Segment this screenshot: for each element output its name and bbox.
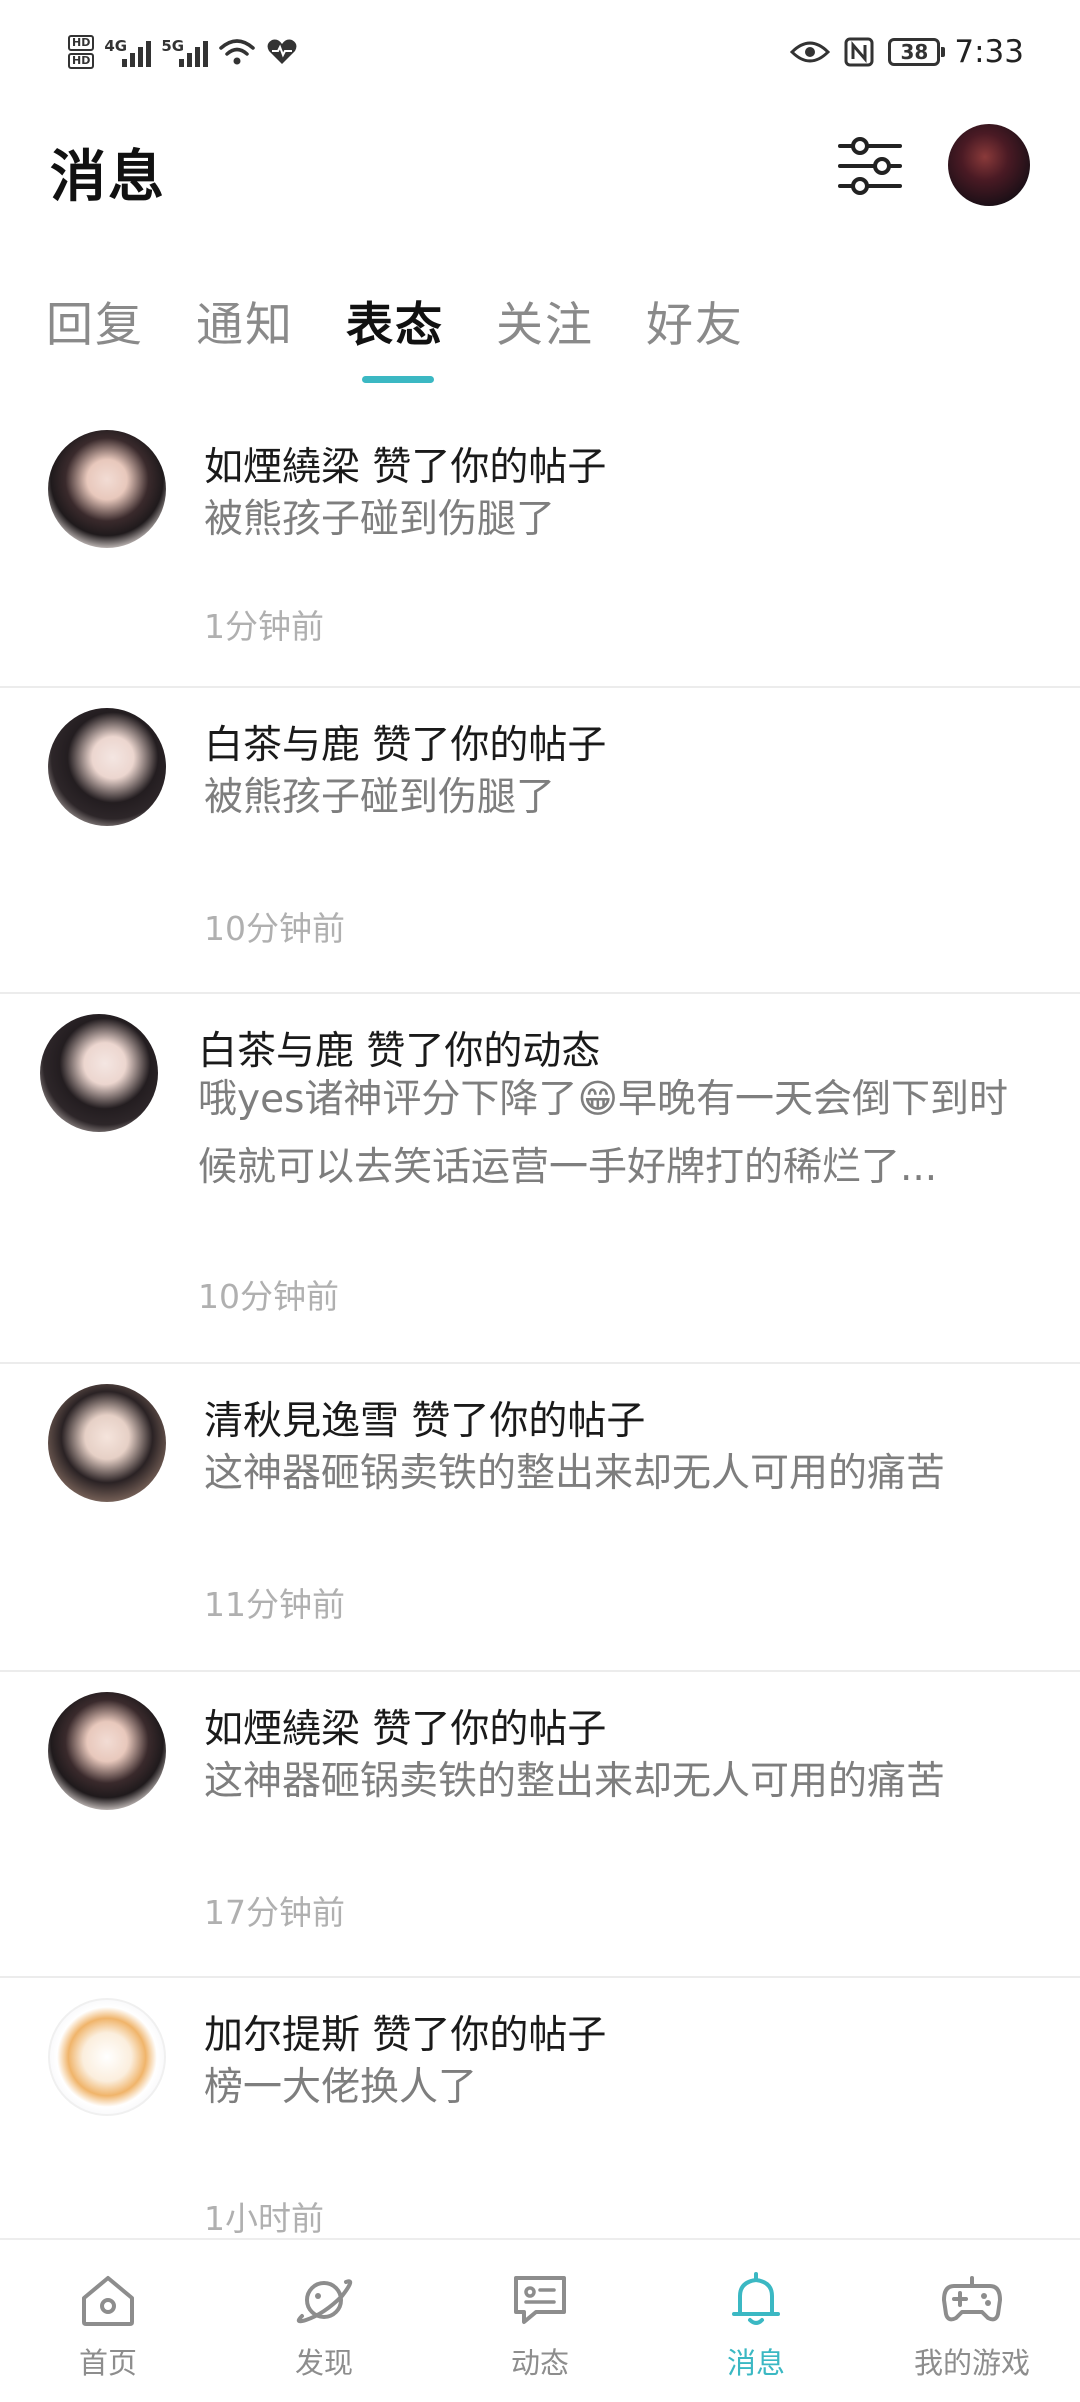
tab-reply[interactable]: 回复 [46, 286, 144, 355]
timestamp: 1小时前 [204, 2199, 324, 2238]
signal-4g-icon: 4G [104, 37, 152, 67]
avatar[interactable] [48, 1692, 166, 1810]
status-left: HD HD 4G 5G [68, 28, 298, 76]
bottom-nav: 首页 发现 动态 消息 我的游戏 [0, 2238, 1080, 2402]
active-tab-indicator [362, 376, 434, 383]
item-title: 如煙繞梁 赞了你的帖子 [204, 436, 606, 492]
wifi-icon [219, 39, 256, 65]
page-title: 消息 [50, 145, 166, 210]
tab-friends[interactable]: 好友 [646, 286, 744, 355]
message-tabs: 回复 通知 表态 关注 好友 [46, 286, 744, 355]
action-text: 赞了你的帖子 [372, 445, 607, 490]
post-excerpt: 被熊孩子碰到伤腿了 [204, 775, 556, 820]
eye-icon [790, 41, 831, 63]
tab-notice[interactable]: 通知 [196, 286, 294, 355]
status-right: 38 7:33 [790, 28, 1024, 76]
status-bar: HD HD 4G 5G 38 7:33 [0, 0, 1080, 100]
action-text: 赞了你的帖子 [372, 2013, 607, 2058]
avatar[interactable] [48, 430, 166, 548]
gamepad-icon [942, 2276, 1002, 2322]
timestamp: 11分钟前 [204, 1585, 345, 1624]
avatar[interactable] [40, 1014, 158, 1132]
nav-label: 消息 [726, 2346, 785, 2380]
tab-follow[interactable]: 关注 [496, 286, 594, 355]
timestamp: 10分钟前 [204, 909, 345, 948]
nfc-icon [844, 37, 874, 67]
tab-reactions[interactable]: 表态 [346, 286, 444, 355]
post-excerpt: 榜一大佬换人了 [204, 2065, 478, 2110]
item-title: 白茶与鹿 赞了你的帖子 [204, 714, 606, 770]
nav-label: 我的游戏 [913, 2346, 1030, 2380]
network-type: 4G [104, 37, 128, 55]
post-excerpt: 被熊孩子碰到伤腿了 [204, 497, 556, 542]
hd-badges: HD HD [68, 34, 95, 70]
sliders-icon [838, 137, 902, 195]
user-name[interactable]: 加尔提斯 [204, 2013, 360, 2058]
list-item[interactable]: 如煙繞梁 赞了你的帖子 这神器砸锅卖铁的整出来却无人可用的痛苦 17分钟前 [0, 1672, 1080, 1978]
hd-badge: HD [68, 53, 95, 69]
user-name[interactable]: 如煙繞梁 [204, 1707, 360, 1752]
action-text: 赞了你的帖子 [372, 1707, 607, 1752]
post-excerpt: 这神器砸锅卖铁的整出来却无人可用的痛苦 [204, 1759, 946, 1804]
item-title: 如煙繞梁 赞了你的帖子 [204, 1698, 606, 1754]
network-type: 5G [161, 37, 185, 55]
avatar[interactable] [48, 708, 166, 826]
home-icon [82, 2276, 134, 2326]
user-name[interactable]: 如煙繞梁 [204, 445, 360, 490]
post-excerpt: 这神器砸锅卖铁的整出来却无人可用的痛苦 [204, 1451, 946, 1496]
user-name[interactable]: 清秋見逸雪 [204, 1399, 399, 1444]
avatar[interactable] [48, 1384, 166, 1502]
user-name[interactable]: 白茶与鹿 [204, 723, 360, 768]
user-avatar[interactable] [948, 124, 1030, 206]
nav-label: 发现 [294, 2346, 353, 2380]
list-item[interactable]: 白茶与鹿 赞了你的帖子 被熊孩子碰到伤腿了 10分钟前 [0, 688, 1080, 994]
nav-messages[interactable]: 消息 [648, 2240, 864, 2402]
signal-5g-icon: 5G [161, 37, 209, 67]
nav-label: 首页 [78, 2346, 137, 2380]
planet-icon [296, 2279, 353, 2324]
action-text: 赞了你的帖子 [411, 1399, 646, 1444]
filter-button[interactable] [832, 128, 908, 204]
post-excerpt: 哦yes诸神评分下降了😁早晚有一天会倒下到时候就可以去笑话运营一手好牌打的稀烂了… [198, 1077, 1009, 1190]
timestamp: 17分钟前 [204, 1893, 345, 1932]
avatar[interactable] [48, 1998, 166, 2116]
nav-feed[interactable]: 动态 [432, 2240, 648, 2402]
bell-icon [732, 2272, 780, 2325]
nav-discover[interactable]: 发现 [216, 2240, 432, 2402]
chat-icon [514, 2276, 566, 2324]
list-item[interactable]: 加尔提斯 赞了你的帖子 榜一大佬换人了 1小时前 [0, 1978, 1080, 2238]
list-item[interactable]: 白茶与鹿 赞了你的动态 哦yes诸神评分下降了😁早晚有一天会倒下到时候就可以去笑… [0, 994, 1080, 1364]
nav-home[interactable]: 首页 [0, 2240, 216, 2402]
item-title: 加尔提斯 赞了你的帖子 [204, 2004, 606, 2060]
nav-my-games[interactable]: 我的游戏 [864, 2240, 1080, 2402]
clock: 7:33 [954, 34, 1024, 70]
timestamp: 1分钟前 [204, 607, 324, 646]
list-item[interactable]: 清秋見逸雪 赞了你的帖子 这神器砸锅卖铁的整出来却无人可用的痛苦 11分钟前 [0, 1364, 1080, 1672]
notification-list: 如煙繞梁 赞了你的帖子 被熊孩子碰到伤腿了 1分钟前 白茶与鹿 赞了你的帖子 被… [0, 410, 1080, 2238]
list-item[interactable]: 如煙繞梁 赞了你的帖子 被熊孩子碰到伤腿了 1分钟前 [0, 410, 1080, 688]
timestamp: 10分钟前 [198, 1277, 339, 1316]
action-text: 赞了你的帖子 [372, 723, 607, 768]
battery-level: 38 [888, 38, 946, 66]
hd-badge: HD [68, 35, 95, 51]
heart-pulse-icon [267, 39, 297, 64]
item-title: 清秋見逸雪 赞了你的帖子 [204, 1390, 645, 1446]
nav-label: 动态 [510, 2346, 569, 2380]
